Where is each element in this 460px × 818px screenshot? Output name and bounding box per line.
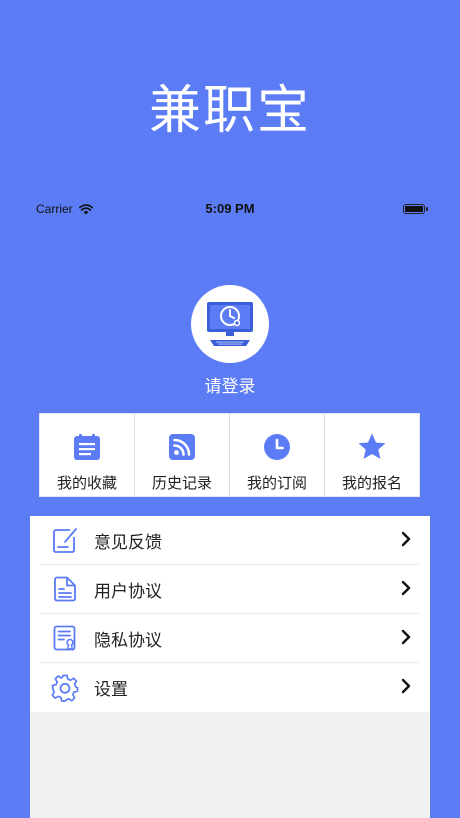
rss-icon [169, 434, 195, 460]
star-icon [358, 433, 386, 459]
chevron-right-icon [401, 531, 411, 547]
chevron-right-icon [401, 678, 411, 694]
quick-action-label: 我的报名 [341, 474, 402, 492]
menu-list: 意见反馈 用户协议 隐私协议 设置 [30, 516, 430, 712]
avatar[interactable] [191, 285, 269, 363]
quick-action-history[interactable]: 历史记录 [135, 414, 230, 496]
menu-card: 意见反馈 用户协议 隐私协议 设置 [30, 516, 430, 818]
chevron-right-icon [401, 629, 411, 645]
menu-item-privacy-agreement[interactable]: 隐私协议 [40, 614, 420, 663]
quick-action-subscriptions[interactable]: 我的订阅 [230, 414, 325, 496]
quick-action-signups[interactable]: 我的报名 [325, 414, 419, 496]
menu-item-label: 隐私协议 [94, 630, 162, 651]
quick-actions-grid: 我的收藏 历史记录 我的订阅 我的报名 [39, 413, 420, 497]
calendar-list-icon [74, 434, 100, 460]
certificate-icon [53, 625, 76, 651]
feedback-edit-icon [53, 528, 77, 553]
quick-action-favorites[interactable]: 我的收藏 [40, 414, 135, 496]
menu-item-feedback[interactable]: 意见反馈 [40, 516, 420, 565]
menu-item-settings[interactable]: 设置 [40, 663, 420, 712]
status-time: 5:09 PM [205, 201, 255, 216]
document-icon [54, 576, 76, 602]
quick-action-label: 历史记录 [151, 474, 212, 492]
battery-icon [403, 204, 428, 214]
app-title: 兼职宝 [148, 81, 311, 141]
clock-icon [264, 434, 290, 460]
quick-action-label: 我的订阅 [246, 474, 307, 492]
login-prompt[interactable]: 请登录 [0, 372, 460, 397]
menu-item-label: 用户协议 [94, 581, 162, 602]
gear-icon [51, 674, 79, 702]
computer-clock-icon [207, 302, 253, 346]
status-bar: Carrier 5:09 PM [0, 200, 460, 220]
menu-item-label: 意见反馈 [94, 532, 162, 553]
menu-item-user-agreement[interactable]: 用户协议 [40, 565, 420, 614]
quick-action-label: 我的收藏 [56, 474, 117, 492]
menu-item-label: 设置 [94, 680, 128, 700]
chevron-right-icon [401, 580, 411, 596]
